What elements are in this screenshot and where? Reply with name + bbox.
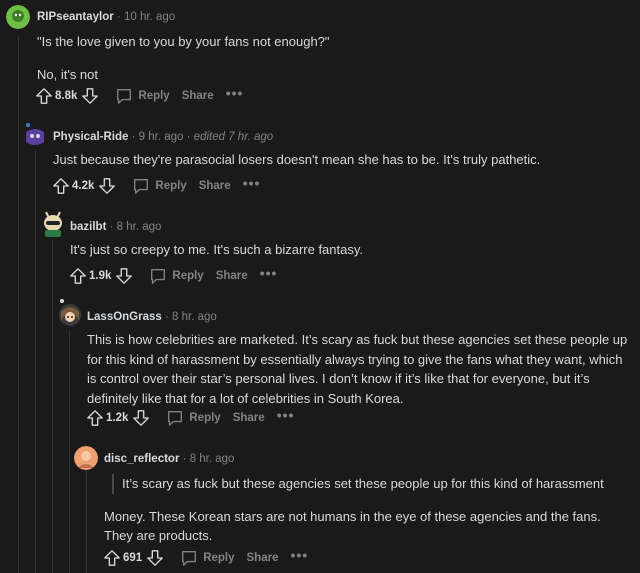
share-label: Share	[181, 90, 214, 102]
downvote-icon[interactable]	[98, 177, 116, 195]
comment-paragraph: No, it's not	[37, 66, 99, 82]
more-options-button[interactable]: •••	[243, 175, 261, 191]
thread-line-3[interactable]	[52, 240, 53, 573]
meta-separator: ·	[186, 131, 191, 143]
vote-count: 1.2k	[106, 412, 129, 424]
comment-icon	[117, 89, 132, 104]
more-icon: •••	[225, 85, 244, 101]
reply-button[interactable]: Reply	[149, 267, 204, 285]
meta-separator: ·	[182, 453, 187, 465]
quoted-text: It’s scary as fuck but these agencies se…	[112, 474, 632, 494]
reply-button[interactable]: Reply	[132, 177, 187, 195]
comment-icon	[168, 411, 183, 426]
comment-timestamp[interactable]: 8 hr. ago	[172, 311, 217, 323]
more-options-button[interactable]: •••	[260, 265, 278, 281]
avatar[interactable]	[6, 5, 30, 29]
share-button[interactable]: Share	[247, 552, 279, 564]
edited-label: edited 7 hr. ago	[193, 131, 274, 143]
comment-author[interactable]: bazilbt	[70, 221, 106, 233]
comment-author[interactable]: LassOnGrass	[87, 311, 162, 323]
upvote-icon[interactable]	[86, 409, 104, 427]
comment-timestamp[interactable]: 10 hr. ago	[124, 11, 175, 23]
downvote-icon[interactable]	[146, 549, 164, 567]
share-button[interactable]: Share	[216, 270, 248, 282]
more-icon: •••	[242, 175, 261, 191]
vote-count: 1.9k	[89, 270, 112, 282]
share-label: Share	[198, 180, 231, 192]
more-icon: •••	[276, 407, 295, 423]
share-label: Share	[246, 552, 279, 564]
upvote-icon[interactable]	[52, 177, 70, 195]
downvote-icon[interactable]	[115, 267, 133, 285]
reply-label: Reply	[203, 552, 235, 564]
upvote-icon[interactable]	[103, 549, 121, 567]
comment-timestamp[interactable]: 9 hr. ago	[139, 131, 184, 143]
more-options-button[interactable]: •••	[277, 407, 295, 423]
comment-paragraph: Just because they're parasocial losers d…	[53, 152, 541, 167]
reply-label: Reply	[172, 270, 204, 282]
share-label: Share	[215, 270, 248, 282]
avatar[interactable]	[56, 298, 81, 326]
upvote-icon[interactable]	[35, 87, 53, 105]
thread-line-5[interactable]	[86, 470, 87, 573]
share-button[interactable]: Share	[182, 90, 214, 102]
more-options-button[interactable]: •••	[290, 547, 308, 563]
reply-button[interactable]: Reply	[115, 87, 170, 105]
comment-paragraph: "Is the love given to you by your fans n…	[37, 34, 330, 49]
comment-icon	[151, 269, 166, 284]
avatar[interactable]	[74, 446, 98, 470]
share-button[interactable]: Share	[233, 412, 265, 424]
reply-label: Reply	[155, 180, 187, 192]
comment-author[interactable]: Physical-Ride	[53, 131, 128, 143]
meta-separator: ·	[131, 131, 136, 143]
comment-paragraph: This is how celebrities are marketed. It…	[87, 332, 628, 406]
meta-separator: ·	[165, 311, 169, 323]
reply-button[interactable]: Reply	[166, 409, 221, 427]
thread-line-2[interactable]	[35, 150, 36, 573]
comment-icon	[182, 551, 197, 566]
comment-paragraph: Money. These Korean stars are not humans…	[104, 508, 601, 544]
more-icon: •••	[259, 265, 278, 281]
upvote-icon[interactable]	[69, 267, 87, 285]
comment-timestamp[interactable]: 8 hr. ago	[117, 221, 162, 233]
more-icon: •••	[290, 547, 309, 563]
comment-author[interactable]: RIPseantaylor	[37, 11, 114, 23]
vote-count: 691	[123, 552, 143, 564]
thread-line-1[interactable]	[18, 36, 19, 573]
share-label: Share	[232, 412, 265, 424]
meta-separator: ·	[116, 11, 121, 23]
reply-label: Reply	[189, 412, 221, 424]
reply-label: Reply	[138, 90, 170, 102]
meta-separator: ·	[109, 221, 114, 233]
avatar[interactable]	[40, 210, 64, 237]
more-options-button[interactable]: •••	[226, 85, 244, 101]
downvote-icon[interactable]	[132, 409, 150, 427]
comment-icon	[134, 179, 149, 194]
share-button[interactable]: Share	[199, 180, 231, 192]
comment-timestamp[interactable]: 8 hr. ago	[190, 453, 235, 465]
avatar[interactable]	[22, 122, 46, 146]
vote-count: 4.2k	[72, 180, 95, 192]
comment-author[interactable]: disc_reflector	[104, 453, 179, 465]
thread-line-4[interactable]	[69, 330, 70, 573]
vote-count: 8.8k	[55, 90, 78, 102]
comment-paragraph: It's just so creepy to me. It's such a b…	[70, 242, 364, 257]
reply-button[interactable]: Reply	[180, 549, 235, 567]
downvote-icon[interactable]	[81, 87, 99, 105]
